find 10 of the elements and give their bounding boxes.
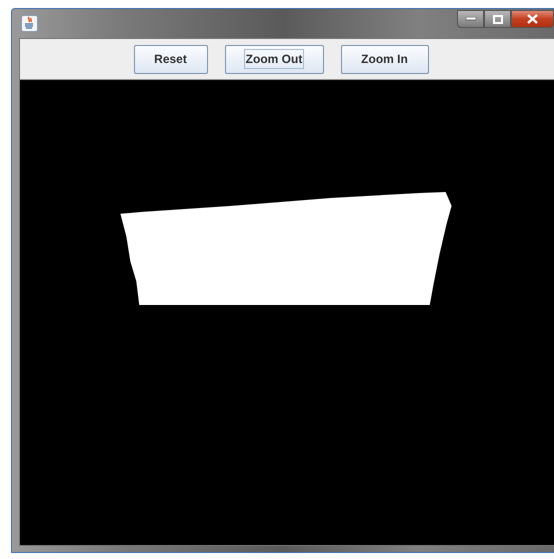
maximize-icon [492,14,502,24]
toolbar-button[interactable]: Zoom Out [224,44,324,74]
close-icon [527,14,538,24]
minimize-icon [466,17,476,21]
maximize-button[interactable] [484,10,511,28]
minimize-button[interactable] [457,10,484,28]
close-button[interactable] [511,10,554,28]
toolbar-button[interactable]: Reset [134,44,208,74]
toolbar-button[interactable]: Zoom In [340,44,428,74]
cup-icon[interactable] [21,15,38,32]
